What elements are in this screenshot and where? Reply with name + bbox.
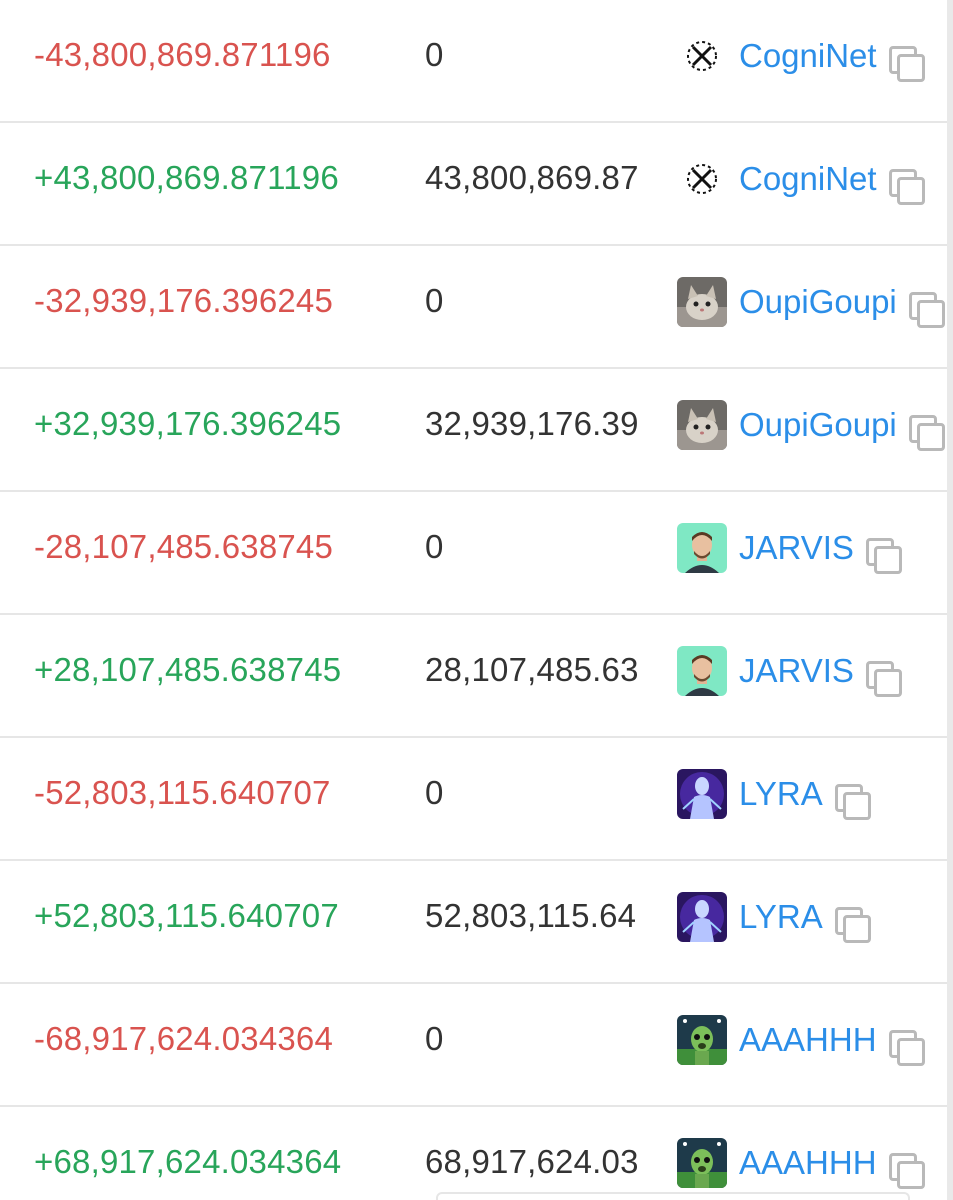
- cat-avatar-icon: [677, 276, 727, 327]
- man-portrait-avatar-icon: [677, 645, 727, 696]
- balance-value: 0: [425, 528, 444, 565]
- owner-cell: LYRA: [677, 738, 871, 859]
- amount-change: +32,939,176.396245: [34, 405, 342, 442]
- owner-link[interactable]: OupiGoupi: [739, 406, 897, 444]
- copy-icon[interactable]: [888, 168, 925, 205]
- copy-icon[interactable]: [865, 537, 902, 574]
- owner-cell: AAAHHH: [677, 1107, 925, 1200]
- amount-change: -32,939,176.396245: [34, 282, 334, 319]
- amount-change: +43,800,869.871196: [34, 159, 339, 196]
- copy-icon[interactable]: [888, 1029, 925, 1066]
- balance-value: 0: [425, 282, 444, 319]
- table-row: +68,917,624.034364 68,917,624.03 AAAHHH: [0, 1107, 953, 1200]
- table-row: -68,917,624.034364 0 AAAHHH: [0, 984, 953, 1107]
- copy-icon[interactable]: [834, 906, 871, 943]
- amount-change: -43,800,869.871196: [34, 36, 331, 73]
- owner-link[interactable]: CogniNet: [739, 37, 877, 75]
- owner-cell: OupiGoupi: [677, 369, 945, 490]
- transfers-table: -43,800,869.871196 0 CogniNet +43,800,86…: [0, 0, 953, 1200]
- crossed-circle-logo-icon: [677, 31, 727, 81]
- amount-change: +52,803,115.640707: [34, 897, 339, 934]
- owner-cell: JARVIS: [677, 615, 902, 736]
- owner-link[interactable]: LYRA: [739, 775, 823, 813]
- amount-change: -28,107,485.638745: [34, 528, 334, 565]
- table-row: -43,800,869.871196 0 CogniNet: [0, 0, 953, 123]
- balance-value: 68,917,624.03: [425, 1143, 639, 1180]
- owner-cell: JARVIS: [677, 492, 902, 613]
- copy-icon[interactable]: [888, 1152, 925, 1189]
- owner-link[interactable]: AAAHHH: [739, 1144, 877, 1182]
- owner-cell: LYRA: [677, 861, 871, 982]
- pagination-container: [436, 1192, 910, 1200]
- owner-link[interactable]: JARVIS: [739, 652, 854, 690]
- owner-cell: CogniNet: [677, 0, 925, 121]
- copy-icon[interactable]: [865, 660, 902, 697]
- glowing-humanoid-avatar-icon: [677, 891, 727, 942]
- glowing-humanoid-avatar-icon: [677, 768, 727, 819]
- crossed-circle-logo-icon: [677, 154, 727, 204]
- amount-change: +68,917,624.034364: [34, 1143, 342, 1180]
- owner-link[interactable]: JARVIS: [739, 529, 854, 567]
- table-row: -32,939,176.396245 0 OupiGoupi: [0, 246, 953, 369]
- owner-link[interactable]: AAAHHH: [739, 1021, 877, 1059]
- alien-stadium-avatar-icon: [677, 1014, 727, 1065]
- copy-icon[interactable]: [908, 414, 945, 451]
- table-row: +28,107,485.638745 28,107,485.63 JARVIS: [0, 615, 953, 738]
- table-row: -28,107,485.638745 0 JARVIS: [0, 492, 953, 615]
- owner-link[interactable]: CogniNet: [739, 160, 877, 198]
- owner-cell: CogniNet: [677, 123, 925, 244]
- balance-value: 52,803,115.64: [425, 897, 637, 934]
- amount-change: +28,107,485.638745: [34, 651, 342, 688]
- copy-icon[interactable]: [908, 291, 945, 328]
- table-row: +32,939,176.396245 32,939,176.39 OupiGou…: [0, 369, 953, 492]
- balance-value: 0: [425, 774, 444, 811]
- man-portrait-avatar-icon: [677, 522, 727, 573]
- owner-link[interactable]: OupiGoupi: [739, 283, 897, 321]
- table-row: -52,803,115.640707 0 LYRA: [0, 738, 953, 861]
- owner-cell: OupiGoupi: [677, 246, 945, 367]
- copy-icon[interactable]: [888, 45, 925, 82]
- amount-change: -68,917,624.034364: [34, 1020, 334, 1057]
- balance-value: 0: [425, 1020, 444, 1057]
- copy-icon[interactable]: [834, 783, 871, 820]
- balance-value: 28,107,485.63: [425, 651, 639, 688]
- balance-value: 32,939,176.39: [425, 405, 639, 442]
- table-row: +43,800,869.871196 43,800,869.87 CogniNe…: [0, 123, 953, 246]
- scrollbar[interactable]: [947, 0, 953, 1200]
- alien-stadium-avatar-icon: [677, 1137, 727, 1188]
- table-row: +52,803,115.640707 52,803,115.64 LYRA: [0, 861, 953, 984]
- balance-value: 0: [425, 36, 444, 73]
- amount-change: -52,803,115.640707: [34, 774, 331, 811]
- balance-value: 43,800,869.87: [425, 159, 639, 196]
- cat-avatar-icon: [677, 399, 727, 450]
- owner-cell: AAAHHH: [677, 984, 925, 1105]
- owner-link[interactable]: LYRA: [739, 898, 823, 936]
